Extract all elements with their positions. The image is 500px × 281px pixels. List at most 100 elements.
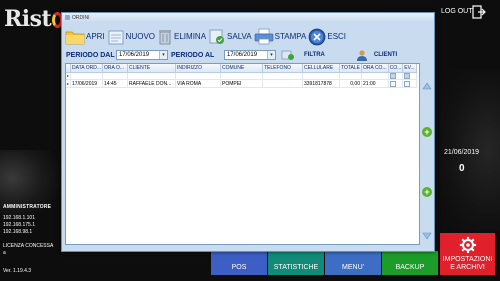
filter-cell[interactable] — [127, 72, 176, 81]
dialog-toolbar: APRI NUOVO ELIMINA SALVA STAMPA ESCI — [65, 23, 348, 50]
clienti-label: CLIENTI — [373, 52, 398, 58]
periodo-dal-field[interactable]: 17/06/2019 ▾ — [116, 50, 168, 60]
cell-indirizzo: VIA ROMA — [175, 79, 221, 89]
column-header[interactable]: INDIRIZZO — [175, 64, 221, 73]
add-button[interactable]: + — [422, 127, 432, 137]
checkbox[interactable] — [404, 80, 411, 87]
plus-icon: + — [424, 187, 430, 197]
gear-icon — [459, 236, 476, 254]
elimina-label: ELIMINA — [174, 32, 207, 41]
filter-row: ▸ — [66, 72, 417, 81]
ip-list: 192.168.1.101 192.168.175.1 192.168.98.1 — [3, 215, 35, 236]
filter-checkbox-cell[interactable] — [388, 72, 404, 81]
filter-checkbox-cell[interactable] — [402, 72, 417, 81]
filtra-button[interactable]: FILTRA — [281, 49, 325, 61]
orders-grid[interactable]: DATA ORD... ORA O... CLIENTE INDIRIZZO C… — [65, 63, 420, 245]
statistiche-label: STATISTICHE — [273, 264, 319, 271]
column-header[interactable]: CLIENTE — [127, 64, 176, 73]
filter-cell[interactable] — [302, 72, 340, 81]
checkbox[interactable] — [389, 73, 396, 79]
checkbox[interactable] — [389, 80, 396, 87]
dialog-title: ORDINI — [72, 14, 90, 21]
column-header[interactable]: COMUNE — [220, 64, 263, 73]
filter-cell[interactable] — [175, 72, 221, 81]
clienti-button[interactable]: CLIENTI — [356, 49, 397, 61]
nuovo-label: NUOVO — [125, 32, 156, 41]
salva-label: SALVA — [227, 32, 252, 41]
salva-button[interactable]: SALVA — [208, 28, 252, 45]
impostazioni-button[interactable]: IMPOSTAZIONI E ARCHIVI — [440, 233, 495, 275]
cell-cellulare: 3391817878 — [302, 79, 340, 89]
app-logo: Rist — [4, 6, 64, 32]
filter-icon — [281, 50, 294, 60]
filter-cell[interactable] — [220, 72, 263, 81]
logout-icon[interactable] — [470, 4, 486, 20]
table-header-row: DATA ORD... ORA O... CLIENTE INDIRIZZO C… — [66, 64, 417, 73]
table-row[interactable]: ▸ 17/06/2019 14:45 RAFFAELE DON... VIA R… — [66, 79, 417, 89]
statistiche-button[interactable]: STATISTICHE — [268, 251, 324, 275]
esci-label: ESCI — [327, 32, 347, 41]
cell-ora-consegna: 21:00 — [361, 79, 389, 89]
user-icon — [356, 50, 367, 61]
menu-label: MENU' — [342, 264, 364, 271]
filter-cell[interactable] — [70, 72, 103, 81]
license-value: a — [3, 250, 6, 256]
license-info: LICENZA CONCESSA a — [3, 243, 53, 257]
periodo-dal-label: PERIODO DAL — [66, 51, 115, 59]
order-count: 0 — [459, 163, 465, 174]
chevron-down-icon[interactable]: ▾ — [159, 51, 167, 59]
filtra-label: FILTRA — [304, 52, 325, 58]
column-header[interactable]: EV... — [402, 64, 417, 73]
arrow-up-icon — [422, 82, 432, 90]
stampa-button[interactable]: STAMPA — [254, 28, 307, 45]
dialog-titlebar[interactable]: ORDINI — [62, 13, 434, 22]
orders-table: DATA ORD... ORA O... CLIENTE INDIRIZZO C… — [66, 64, 417, 89]
impostazioni-label-1: IMPOSTAZIONI — [442, 256, 493, 263]
ip-address: 192.168.98.1 — [3, 229, 33, 235]
side-controls: + + — [421, 63, 433, 245]
add-button[interactable]: + — [422, 187, 432, 197]
column-header[interactable]: TELEFONO — [262, 64, 303, 73]
version-label: Ver. 1.19.4.3 — [3, 268, 32, 274]
new-document-icon — [108, 30, 124, 44]
checkbox-cell[interactable] — [402, 79, 417, 89]
elimina-button[interactable]: ELIMINA — [157, 28, 206, 45]
backup-button[interactable]: BACKUP — [382, 251, 438, 275]
filter-cell[interactable] — [102, 72, 128, 81]
pos-button[interactable]: POS — [211, 251, 267, 275]
filter-bar: PERIODO DAL 17/06/2019 ▾ PERIODO AL 17/0… — [64, 48, 432, 62]
periodo-al-field[interactable]: 17/06/2019 ▾ — [224, 50, 276, 60]
window-icon — [65, 15, 70, 20]
license-label: LICENZA CONCESSA — [3, 243, 54, 249]
column-header[interactable]: CO... — [388, 64, 404, 73]
orders-dialog: ORDINI APRI NUOVO ELIMINA SALVA STAMPA E… — [61, 12, 435, 252]
esci-button[interactable]: ESCI — [308, 28, 346, 46]
chevron-down-icon[interactable]: ▾ — [267, 51, 275, 59]
cell-cliente: RAFFAELE DON... — [127, 79, 176, 89]
menu-button[interactable]: MENU' — [325, 251, 381, 275]
column-header[interactable]: ORA CO... — [361, 64, 389, 73]
cell-totale: 0,00 — [339, 79, 362, 89]
apri-button[interactable]: APRI — [65, 29, 105, 45]
cell-data: 17/06/2019 — [70, 79, 103, 89]
ip-address: 192.168.1.101 — [3, 215, 35, 221]
current-date: 21/06/2019 — [444, 149, 480, 156]
filter-cell[interactable] — [262, 72, 303, 81]
checkbox-cell[interactable] — [388, 79, 404, 89]
scroll-down-button[interactable] — [422, 231, 432, 241]
column-header[interactable]: CELLULARE — [302, 64, 340, 73]
filter-cell[interactable] — [339, 72, 362, 81]
checkbox[interactable] — [404, 73, 411, 79]
filter-cell[interactable] — [361, 72, 389, 81]
nuovo-button[interactable]: NUOVO — [107, 29, 155, 45]
cell-comune: POMPEI — [220, 79, 263, 89]
logout-label[interactable]: LOG OUT — [441, 8, 473, 15]
operator-title: AMMINISTRATORE — [3, 204, 52, 210]
periodo-al-value: 17/06/2019 — [227, 52, 258, 58]
stampa-label: STAMPA — [274, 32, 307, 41]
scroll-up-button[interactable] — [422, 81, 432, 91]
column-header[interactable]: ORA O... — [102, 64, 128, 73]
column-header[interactable]: DATA ORD... — [70, 64, 103, 73]
backup-label: BACKUP — [395, 264, 425, 271]
column-header[interactable]: TOTALE — [339, 64, 362, 73]
